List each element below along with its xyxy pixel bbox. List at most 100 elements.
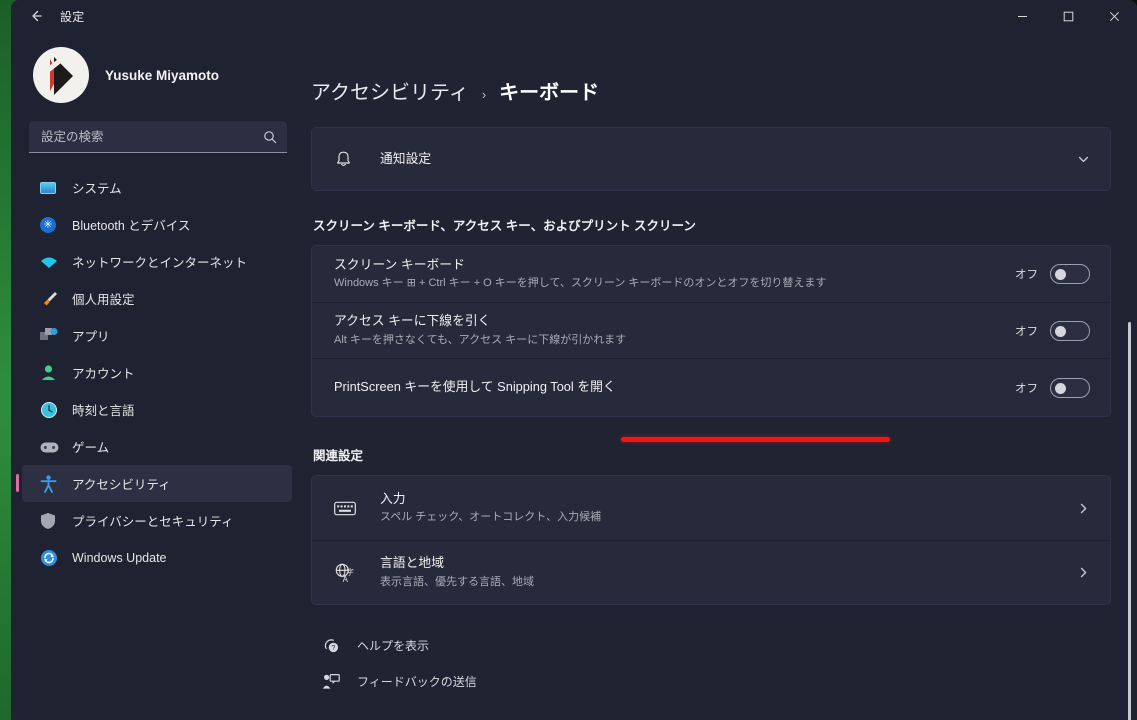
sidebar-item-bluetooth[interactable]: ✳ Bluetooth とデバイス (22, 206, 292, 243)
minimize-icon (1017, 15, 1027, 17)
svg-text:A: A (343, 575, 349, 583)
footer-links: ? ヘルプを表示 フィードバックの送信 (321, 635, 1111, 691)
sidebar-item-network[interactable]: ネットワークとインターネット (22, 243, 292, 280)
row-title: PrintScreen キーを使用して Snipping Tool を開く (334, 379, 616, 395)
row-subtitle: Windows キー ⊞ + Ctrl キー + O キーを押して、スクリーン … (334, 277, 827, 290)
toggle-state-label: オフ (1015, 325, 1038, 338)
row-right (1077, 566, 1090, 579)
account-name: Yusuke Miyamoto (105, 67, 220, 83)
content-inner: アクセシビリティ › キーボード 通知設定 スクリーン キーボード、アクセス キ… (311, 32, 1137, 691)
row-title: 言語と地域 (380, 555, 444, 571)
keyboard-settings-group: スクリーン キーボード Windows キー ⊞ + Ctrl キー + O キ… (311, 245, 1111, 417)
maximize-button[interactable] (1045, 0, 1091, 32)
row-printscreen-snipping-tool[interactable]: PrintScreen キーを使用して Snipping Tool を開く オフ (312, 358, 1110, 416)
help-link-label: ヘルプを表示 (357, 638, 430, 653)
row-text: スクリーン キーボード Windows キー ⊞ + Ctrl キー + O キ… (334, 248, 1015, 300)
notification-settings-right (1077, 153, 1090, 166)
monitor-icon (40, 179, 58, 197)
row-text: 言語と地域 表示言語、優先する言語、地域 (380, 546, 1077, 598)
feedback-link[interactable]: フィードバックの送信 (321, 671, 1111, 691)
row-right: オフ (1015, 320, 1090, 341)
row-subtitle: スペル チェック、オートコレクト、入力候補 (380, 511, 602, 524)
close-button[interactable] (1091, 0, 1137, 32)
notification-settings-row[interactable]: 通知設定 (312, 128, 1110, 190)
sidebar-item-personalization[interactable]: 個人用設定 (22, 280, 292, 317)
sidebar-item-label: Windows Update (72, 550, 167, 565)
accessibility-icon (40, 474, 58, 493)
sidebar-item-label: アプリ (72, 330, 110, 344)
keyboard-icon (334, 500, 360, 517)
sidebar-item-windows-update[interactable]: Windows Update (22, 539, 292, 576)
sidebar-item-label: アクセシビリティ (72, 478, 171, 492)
search-box[interactable] (29, 121, 287, 153)
row-text: アクセス キーに下線を引く Alt キーを押さなくても、アクセス キーに下線が引… (334, 304, 1015, 356)
breadcrumb-root[interactable]: アクセシビリティ (311, 76, 469, 105)
row-typing[interactable]: 入力 スペル チェック、オートコレクト、入力候補 (312, 476, 1110, 540)
red-underline-annotation (621, 437, 890, 442)
search-input[interactable] (41, 129, 263, 144)
window-body: Yusuke Miyamoto システム ✳ (11, 32, 1137, 720)
update-icon (40, 549, 58, 567)
row-right: オフ (1015, 264, 1090, 284)
chevron-right-icon (1080, 567, 1087, 578)
window-controls (999, 0, 1137, 32)
language-icon: 字 A (334, 563, 360, 583)
sidebar-item-label: プライバシーとセキュリティ (72, 515, 234, 529)
help-link[interactable]: ? ヘルプを表示 (321, 635, 1111, 655)
sidebar-item-label: システム (72, 182, 122, 196)
minimize-button[interactable] (999, 0, 1045, 32)
chevron-down-icon[interactable] (1077, 153, 1090, 166)
svg-text:?: ? (331, 645, 335, 652)
sidebar-item-apps[interactable]: アプリ (22, 317, 292, 354)
onscreen-keyboard-toggle[interactable] (1050, 264, 1090, 284)
bluetooth-icon: ✳ (40, 216, 58, 234)
notification-settings-card[interactable]: 通知設定 (311, 127, 1111, 191)
underline-access-keys-toggle[interactable] (1050, 320, 1090, 341)
section-heading-keyboard: スクリーン キーボード、アクセス キー、およびプリント スクリーン (313, 219, 696, 233)
row-title: スクリーン キーボード (334, 256, 465, 272)
paintbrush-icon (40, 290, 58, 308)
help-icon: ? (321, 635, 341, 655)
row-underline-access-keys[interactable]: アクセス キーに下線を引く Alt キーを押さなくても、アクセス キーに下線が引… (312, 302, 1110, 358)
feedback-icon (321, 671, 341, 691)
related-settings-group: 入力 スペル チェック、オートコレクト、入力候補 字 A 言語と地域 表示言語、… (311, 475, 1111, 605)
arrow-left-icon (32, 10, 42, 22)
row-subtitle: Alt キーを押さなくても、アクセス キーに下線が引かれます (334, 333, 627, 346)
sidebar-item-gaming[interactable]: ゲーム (22, 428, 292, 465)
row-onscreen-keyboard[interactable]: スクリーン キーボード Windows キー ⊞ + Ctrl キー + O キ… (312, 246, 1110, 302)
back-button[interactable] (16, 0, 56, 32)
breadcrumb: アクセシビリティ › キーボード (311, 32, 1111, 127)
app-title: 設定 (60, 9, 85, 24)
sidebar-item-time-language[interactable]: 時刻と言語 (22, 391, 292, 428)
shield-icon (40, 512, 58, 530)
row-title: 入力 (380, 490, 406, 506)
sidebar-item-label: Bluetooth とデバイス (72, 219, 191, 233)
content-scrollbar[interactable] (1128, 322, 1131, 720)
row-language-region[interactable]: 字 A 言語と地域 表示言語、優先する言語、地域 (312, 540, 1110, 604)
gamepad-icon (40, 438, 59, 456)
row-text: PrintScreen キーを使用して Snipping Tool を開く (334, 370, 1015, 405)
wifi-icon (40, 253, 58, 271)
title-bar: 設定 (11, 0, 1137, 32)
sidebar-item-accounts[interactable]: アカウント (22, 354, 292, 391)
clock-icon (40, 401, 58, 419)
printscreen-snipping-tool-toggle[interactable] (1050, 377, 1090, 398)
sidebar-item-label: ネットワークとインターネット (72, 256, 248, 270)
page-title: キーボード (499, 82, 600, 104)
apps-icon (40, 327, 58, 345)
notification-settings-label: 通知設定 (380, 150, 432, 166)
bell-icon (334, 150, 360, 169)
notification-settings-text: 通知設定 (380, 142, 1077, 177)
sidebar-item-accessibility[interactable]: アクセシビリティ (16, 465, 292, 502)
toggle-state-label: オフ (1015, 269, 1038, 281)
account-block[interactable]: Yusuke Miyamoto (22, 32, 292, 113)
avatar (33, 47, 89, 103)
sidebar-item-system[interactable]: システム (22, 169, 292, 206)
settings-window: 設定 Yusuke Miyamoto 設定の検索 システム ✳ Bluetoot… (11, 0, 1137, 720)
sidebar-item-label: 時刻と言語 (72, 404, 135, 418)
sidebar-item-privacy-security[interactable]: プライバシーとセキュリティ (22, 502, 292, 539)
breadcrumb-separator-icon: › (481, 87, 487, 102)
feedback-link-label: フィードバックの送信 (357, 674, 477, 689)
chevron-right-icon (1080, 503, 1087, 513)
content-pane: アクセシビリティ › キーボード 通知設定 スクリーン キーボード、アクセス キ… (303, 32, 1137, 720)
